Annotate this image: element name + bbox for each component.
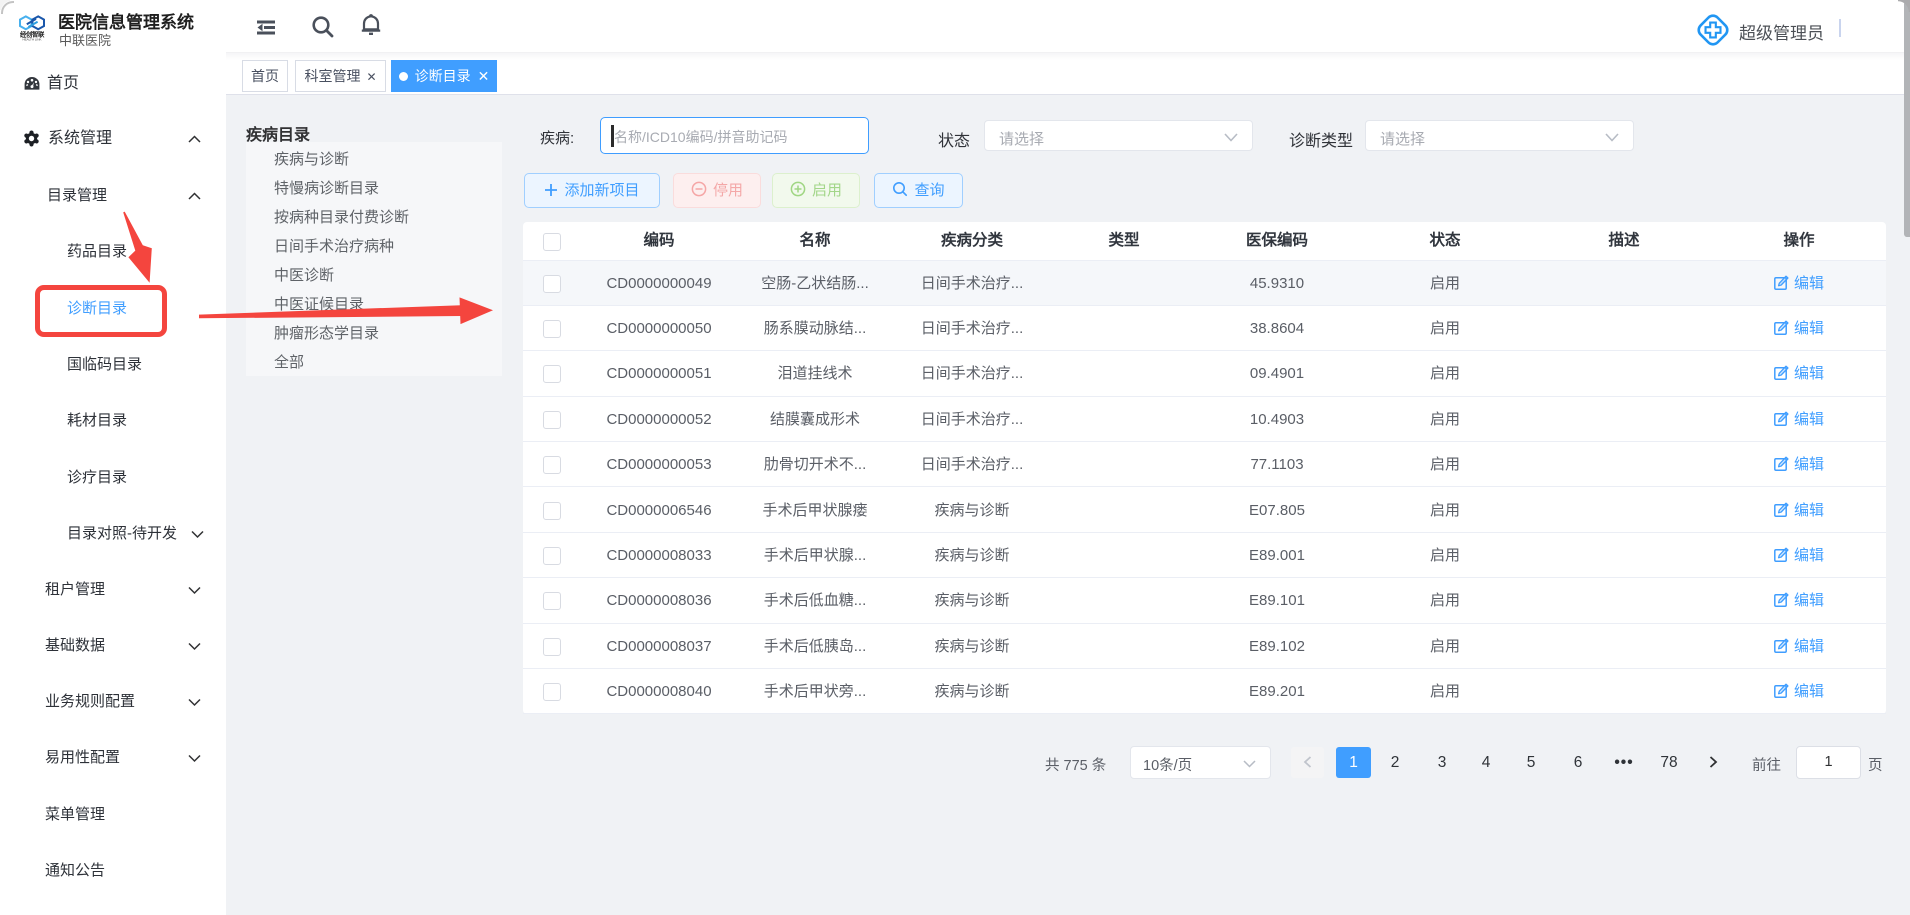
svg-text:HEALTH LINK: HEALTH LINK: [22, 38, 41, 42]
